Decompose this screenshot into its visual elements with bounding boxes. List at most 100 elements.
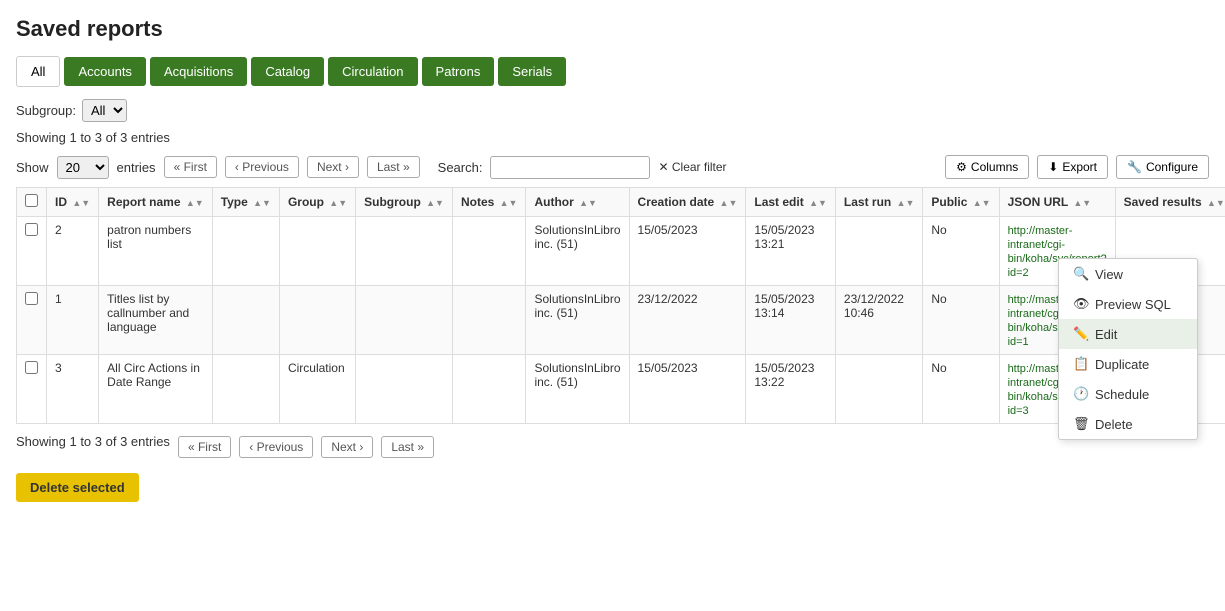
reports-table: ID ▲▼ Report name ▲▼ Type ▲▼ Group ▲▼ Su… [16, 187, 1225, 424]
search-label: Search: [438, 160, 483, 175]
page-title: Saved reports [16, 16, 1209, 42]
row1-id: 2 [47, 217, 99, 286]
row1-checkbox[interactable] [25, 223, 38, 236]
th-notes[interactable]: Notes ▲▼ [452, 188, 526, 217]
row3-checkbox-cell [17, 355, 47, 424]
row3-last-edit: 15/05/2023 13:22 [746, 355, 836, 424]
th-last-run[interactable]: Last run ▲▼ [835, 188, 923, 217]
sort-arrows-name: ▲▼ [186, 198, 204, 208]
row2-subgroup [356, 286, 453, 355]
sort-arrows-saved: ▲▼ [1207, 198, 1225, 208]
th-group[interactable]: Group ▲▼ [279, 188, 355, 217]
show-entries-select[interactable]: 10 20 50 100 [57, 156, 109, 179]
next-button-bottom[interactable]: Next › [321, 436, 373, 458]
preview-sql-label: Preview SQL [1095, 297, 1171, 312]
context-menu: 🔍 View 👁 Preview SQL ✏️ Edit 📋 Duplicate… [1058, 258, 1198, 440]
entries-label: entries [117, 160, 156, 175]
delete-selected-button[interactable]: Delete selected [16, 473, 139, 502]
row3-subgroup [356, 355, 453, 424]
configure-button[interactable]: 🔧 Configure [1116, 155, 1209, 179]
context-menu-schedule[interactable]: 🕐 Schedule [1059, 379, 1197, 409]
row2-public: No [923, 286, 999, 355]
th-type[interactable]: Type ▲▼ [212, 188, 279, 217]
tab-serials[interactable]: Serials [498, 57, 566, 86]
last-button-bottom[interactable]: Last » [381, 436, 434, 458]
context-menu-preview-sql[interactable]: 👁 Preview SQL [1059, 289, 1197, 319]
row3-checkbox[interactable] [25, 361, 38, 374]
sort-arrows-run: ▲▼ [897, 198, 915, 208]
th-saved-results[interactable]: Saved results ▲▼ [1115, 188, 1225, 217]
sort-arrows-edit: ▲▼ [809, 198, 827, 208]
schedule-label: Schedule [1095, 387, 1149, 402]
tab-patrons[interactable]: Patrons [422, 57, 495, 86]
tab-circulation[interactable]: Circulation [328, 57, 417, 86]
last-button-top[interactable]: Last » [367, 156, 420, 178]
previous-button-top[interactable]: ‹ Previous [225, 156, 299, 178]
row1-author: SolutionsInLibro inc. (51) [526, 217, 629, 286]
context-menu-delete[interactable]: 🗑 Delete [1059, 409, 1197, 439]
sort-arrows-creation: ▲▼ [720, 198, 738, 208]
select-all-checkbox[interactable] [25, 194, 38, 207]
row1-group [279, 217, 355, 286]
row2-group [279, 286, 355, 355]
th-subgroup[interactable]: Subgroup ▲▼ [356, 188, 453, 217]
tab-acquisitions[interactable]: Acquisitions [150, 57, 247, 86]
tab-all[interactable]: All [16, 56, 60, 87]
bottom-toolbar: Showing 1 to 3 of 3 entries « First ‹ Pr… [16, 434, 1209, 459]
row3-creation-date: 15/05/2023 [629, 355, 746, 424]
clock-icon: 🕐 [1073, 386, 1089, 402]
columns-button[interactable]: ⚙ Columns [945, 155, 1029, 179]
row3-public: No [923, 355, 999, 424]
row3-type [212, 355, 279, 424]
table-row: 1 Titles list by callnumber and language… [17, 286, 1225, 355]
duplicate-label: Duplicate [1095, 357, 1149, 372]
table-row: 2 patron numbers list SolutionsInLibro i… [17, 217, 1225, 286]
context-menu-duplicate[interactable]: 📋 Duplicate [1059, 349, 1197, 379]
row2-last-run: 23/12/2022 10:46 [835, 286, 923, 355]
th-last-edit[interactable]: Last edit ▲▼ [746, 188, 836, 217]
search-input[interactable] [490, 156, 650, 179]
subgroup-row: Subgroup: All [16, 99, 1209, 122]
first-button-bottom[interactable]: « First [178, 436, 231, 458]
th-author[interactable]: Author ▲▼ [526, 188, 629, 217]
tab-bar: All Accounts Acquisitions Catalog Circul… [16, 56, 1209, 87]
th-checkbox [17, 188, 47, 217]
edit-icon: ✏️ [1073, 326, 1089, 342]
row2-last-edit: 15/05/2023 13:14 [746, 286, 836, 355]
row2-checkbox[interactable] [25, 292, 38, 305]
sort-arrows-id: ▲▼ [72, 198, 90, 208]
th-id[interactable]: ID ▲▼ [47, 188, 99, 217]
search-icon: 🔍 [1073, 266, 1089, 282]
table-row: 3 All Circ Actions in Date Range Circula… [17, 355, 1225, 424]
tab-catalog[interactable]: Catalog [251, 57, 324, 86]
download-icon: ⬇ [1048, 160, 1058, 174]
row1-checkbox-cell [17, 217, 47, 286]
clear-filter-button[interactable]: ✕ Clear filter [658, 160, 726, 174]
th-report-name[interactable]: Report name ▲▼ [99, 188, 213, 217]
export-button[interactable]: ⬇ Export [1037, 155, 1108, 179]
row2-notes [452, 286, 526, 355]
next-button-top[interactable]: Next › [307, 156, 359, 178]
th-json-url[interactable]: JSON URL ▲▼ [999, 188, 1115, 217]
row1-public: No [923, 217, 999, 286]
row3-last-run [835, 355, 923, 424]
context-menu-edit[interactable]: ✏️ Edit [1059, 319, 1197, 349]
sort-arrows-author: ▲▼ [579, 198, 597, 208]
showing-count-bottom: Showing 1 to 3 of 3 entries [16, 434, 170, 449]
sort-arrows-group: ▲▼ [329, 198, 347, 208]
row1-report-name: patron numbers list [99, 217, 213, 286]
context-menu-view[interactable]: 🔍 View [1059, 259, 1197, 289]
sort-arrows-notes: ▲▼ [500, 198, 518, 208]
row2-report-name: Titles list by callnumber and language [99, 286, 213, 355]
previous-button-bottom[interactable]: ‹ Previous [239, 436, 313, 458]
row3-author: SolutionsInLibro inc. (51) [526, 355, 629, 424]
row3-id: 3 [47, 355, 99, 424]
th-creation-date[interactable]: Creation date ▲▼ [629, 188, 746, 217]
trash-icon: 🗑 [1073, 416, 1089, 432]
subgroup-label: Subgroup: [16, 103, 76, 118]
tab-accounts[interactable]: Accounts [64, 57, 145, 86]
row3-notes [452, 355, 526, 424]
first-button-top[interactable]: « First [164, 156, 217, 178]
th-public[interactable]: Public ▲▼ [923, 188, 999, 217]
subgroup-select[interactable]: All [82, 99, 127, 122]
